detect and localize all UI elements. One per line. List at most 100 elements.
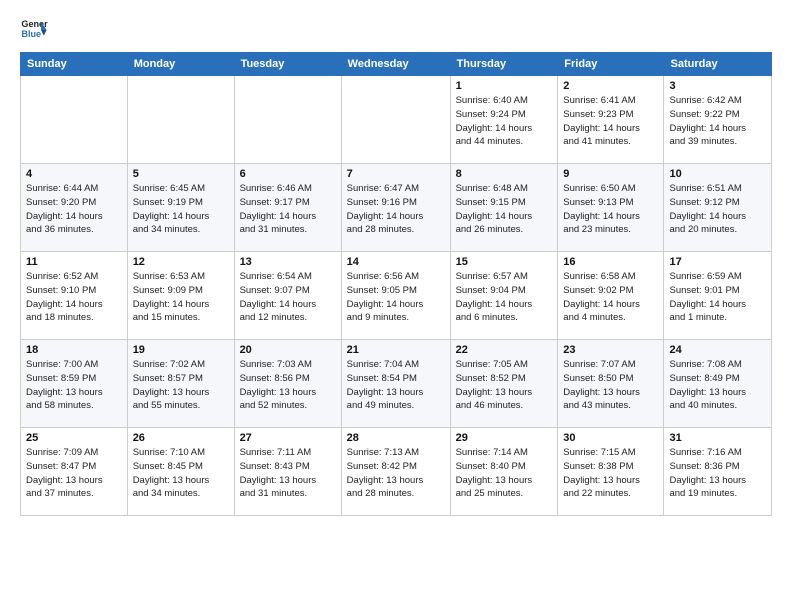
day-info: Sunrise: 7:08 AM Sunset: 8:49 PM Dayligh…	[669, 358, 766, 413]
day-info: Sunrise: 7:14 AM Sunset: 8:40 PM Dayligh…	[456, 446, 553, 501]
day-info: Sunrise: 6:51 AM Sunset: 9:12 PM Dayligh…	[669, 182, 766, 237]
day-number: 11	[26, 256, 122, 268]
calendar-header-saturday: Saturday	[664, 53, 772, 76]
day-info: Sunrise: 6:40 AM Sunset: 9:24 PM Dayligh…	[456, 94, 553, 149]
day-info: Sunrise: 6:48 AM Sunset: 9:15 PM Dayligh…	[456, 182, 553, 237]
calendar-day: 16 Sunrise: 6:58 AM Sunset: 9:02 PM Dayli…	[558, 252, 664, 340]
day-info: Sunrise: 6:52 AM Sunset: 9:10 PM Dayligh…	[26, 270, 122, 325]
calendar-header-thursday: Thursday	[450, 53, 558, 76]
calendar-week-3: 11 Sunrise: 6:52 AM Sunset: 9:10 PM Dayli…	[21, 252, 772, 340]
calendar-day: 3 Sunrise: 6:42 AM Sunset: 9:22 PM Daylig…	[664, 76, 772, 164]
calendar: SundayMondayTuesdayWednesdayThursdayFrid…	[20, 52, 772, 516]
calendar-day: 23 Sunrise: 7:07 AM Sunset: 8:50 PM Dayli…	[558, 340, 664, 428]
calendar-day: 27Sunrise: 7:11 AM Sunset: 8:43 PM Dayli…	[234, 428, 341, 516]
calendar-day: 25 Sunrise: 7:09 AM Sunset: 8:47 PM Dayli…	[21, 428, 128, 516]
day-number: 20	[240, 344, 336, 356]
calendar-day: 6Sunrise: 6:46 AM Sunset: 9:17 PM Daylig…	[234, 164, 341, 252]
day-info: Sunrise: 7:10 AM Sunset: 8:45 PM Dayligh…	[133, 446, 229, 501]
calendar-header-tuesday: Tuesday	[234, 53, 341, 76]
day-number: 4	[26, 168, 122, 180]
day-number: 7	[347, 168, 445, 180]
day-number: 10	[669, 168, 766, 180]
day-info: Sunrise: 6:59 AM Sunset: 9:01 PM Dayligh…	[669, 270, 766, 325]
calendar-day: 28 Sunrise: 7:13 AM Sunset: 8:42 PM Dayli…	[341, 428, 450, 516]
day-info: Sunrise: 6:54 AM Sunset: 9:07 PM Dayligh…	[240, 270, 336, 325]
day-info: Sunrise: 6:53 AM Sunset: 9:09 PM Dayligh…	[133, 270, 229, 325]
header: General Blue	[20, 16, 772, 44]
day-number: 13	[240, 256, 336, 268]
day-number: 8	[456, 168, 553, 180]
day-info: Sunrise: 6:58 AM Sunset: 9:02 PM Dayligh…	[563, 270, 658, 325]
calendar-day: 11 Sunrise: 6:52 AM Sunset: 9:10 PM Dayli…	[21, 252, 128, 340]
day-number: 25	[26, 432, 122, 444]
day-number: 2	[563, 80, 658, 92]
day-number: 31	[669, 432, 766, 444]
day-info: Sunrise: 7:02 AM Sunset: 8:57 PM Dayligh…	[133, 358, 229, 413]
day-number: 26	[133, 432, 229, 444]
day-info: Sunrise: 6:42 AM Sunset: 9:22 PM Dayligh…	[669, 94, 766, 149]
calendar-header-sunday: Sunday	[21, 53, 128, 76]
calendar-day: 26 Sunrise: 7:10 AM Sunset: 8:45 PM Dayli…	[127, 428, 234, 516]
calendar-day: 22 Sunrise: 7:05 AM Sunset: 8:52 PM Dayli…	[450, 340, 558, 428]
day-number: 27	[240, 432, 336, 444]
day-info: Sunrise: 6:57 AM Sunset: 9:04 PM Dayligh…	[456, 270, 553, 325]
calendar-day: 20 Sunrise: 7:03 AM Sunset: 8:56 PM Dayli…	[234, 340, 341, 428]
day-number: 5	[133, 168, 229, 180]
calendar-header-wednesday: Wednesday	[341, 53, 450, 76]
logo-icon: General Blue	[20, 16, 48, 44]
day-number: 3	[669, 80, 766, 92]
day-info: Sunrise: 6:41 AM Sunset: 9:23 PM Dayligh…	[563, 94, 658, 149]
calendar-week-5: 25 Sunrise: 7:09 AM Sunset: 8:47 PM Dayli…	[21, 428, 772, 516]
day-info: Sunrise: 7:13 AM Sunset: 8:42 PM Dayligh…	[347, 446, 445, 501]
calendar-header-monday: Monday	[127, 53, 234, 76]
day-info: Sunrise: 7:09 AM Sunset: 8:47 PM Dayligh…	[26, 446, 122, 501]
day-number: 14	[347, 256, 445, 268]
day-info: Sunrise: 7:00 AM Sunset: 8:59 PM Dayligh…	[26, 358, 122, 413]
day-info: Sunrise: 7:15 AM Sunset: 8:38 PM Dayligh…	[563, 446, 658, 501]
calendar-day: 31 Sunrise: 7:16 AM Sunset: 8:36 PM Dayli…	[664, 428, 772, 516]
day-info: Sunrise: 6:56 AM Sunset: 9:05 PM Dayligh…	[347, 270, 445, 325]
day-number: 9	[563, 168, 658, 180]
calendar-week-2: 4 Sunrise: 6:44 AM Sunset: 9:20 PM Daylig…	[21, 164, 772, 252]
day-number: 30	[563, 432, 658, 444]
day-info: Sunrise: 7:05 AM Sunset: 8:52 PM Dayligh…	[456, 358, 553, 413]
calendar-day	[234, 76, 341, 164]
calendar-day: 4 Sunrise: 6:44 AM Sunset: 9:20 PM Daylig…	[21, 164, 128, 252]
day-info: Sunrise: 7:07 AM Sunset: 8:50 PM Dayligh…	[563, 358, 658, 413]
calendar-day: 18 Sunrise: 7:00 AM Sunset: 8:59 PM Dayli…	[21, 340, 128, 428]
calendar-day	[127, 76, 234, 164]
day-number: 12	[133, 256, 229, 268]
calendar-day: 5Sunrise: 6:45 AM Sunset: 9:19 PM Daylig…	[127, 164, 234, 252]
day-number: 24	[669, 344, 766, 356]
calendar-header-friday: Friday	[558, 53, 664, 76]
calendar-day: 13 Sunrise: 6:54 AM Sunset: 9:07 PM Dayli…	[234, 252, 341, 340]
calendar-day: 2 Sunrise: 6:41 AM Sunset: 9:23 PM Daylig…	[558, 76, 664, 164]
day-info: Sunrise: 6:47 AM Sunset: 9:16 PM Dayligh…	[347, 182, 445, 237]
page: General Blue SundayMondayTuesdayWednesda…	[0, 0, 792, 612]
day-number: 23	[563, 344, 658, 356]
logo: General Blue	[20, 16, 54, 44]
day-info: Sunrise: 6:50 AM Sunset: 9:13 PM Dayligh…	[563, 182, 658, 237]
calendar-week-1: 1 Sunrise: 6:40 AM Sunset: 9:24 PM Daylig…	[21, 76, 772, 164]
day-number: 1	[456, 80, 553, 92]
day-number: 22	[456, 344, 553, 356]
day-number: 28	[347, 432, 445, 444]
day-info: Sunrise: 7:16 AM Sunset: 8:36 PM Dayligh…	[669, 446, 766, 501]
day-info: Sunrise: 7:03 AM Sunset: 8:56 PM Dayligh…	[240, 358, 336, 413]
day-number: 29	[456, 432, 553, 444]
calendar-day: 15Sunrise: 6:57 AM Sunset: 9:04 PM Dayli…	[450, 252, 558, 340]
day-number: 16	[563, 256, 658, 268]
calendar-day	[341, 76, 450, 164]
calendar-day	[21, 76, 128, 164]
day-number: 6	[240, 168, 336, 180]
calendar-day: 30 Sunrise: 7:15 AM Sunset: 8:38 PM Dayli…	[558, 428, 664, 516]
calendar-day: 9 Sunrise: 6:50 AM Sunset: 9:13 PM Daylig…	[558, 164, 664, 252]
calendar-header-row: SundayMondayTuesdayWednesdayThursdayFrid…	[21, 53, 772, 76]
calendar-day: 17Sunrise: 6:59 AM Sunset: 9:01 PM Dayli…	[664, 252, 772, 340]
day-number: 19	[133, 344, 229, 356]
day-info: Sunrise: 6:44 AM Sunset: 9:20 PM Dayligh…	[26, 182, 122, 237]
day-number: 18	[26, 344, 122, 356]
calendar-day: 10 Sunrise: 6:51 AM Sunset: 9:12 PM Dayli…	[664, 164, 772, 252]
calendar-day: 14 Sunrise: 6:56 AM Sunset: 9:05 PM Dayli…	[341, 252, 450, 340]
calendar-day: 19 Sunrise: 7:02 AM Sunset: 8:57 PM Dayli…	[127, 340, 234, 428]
